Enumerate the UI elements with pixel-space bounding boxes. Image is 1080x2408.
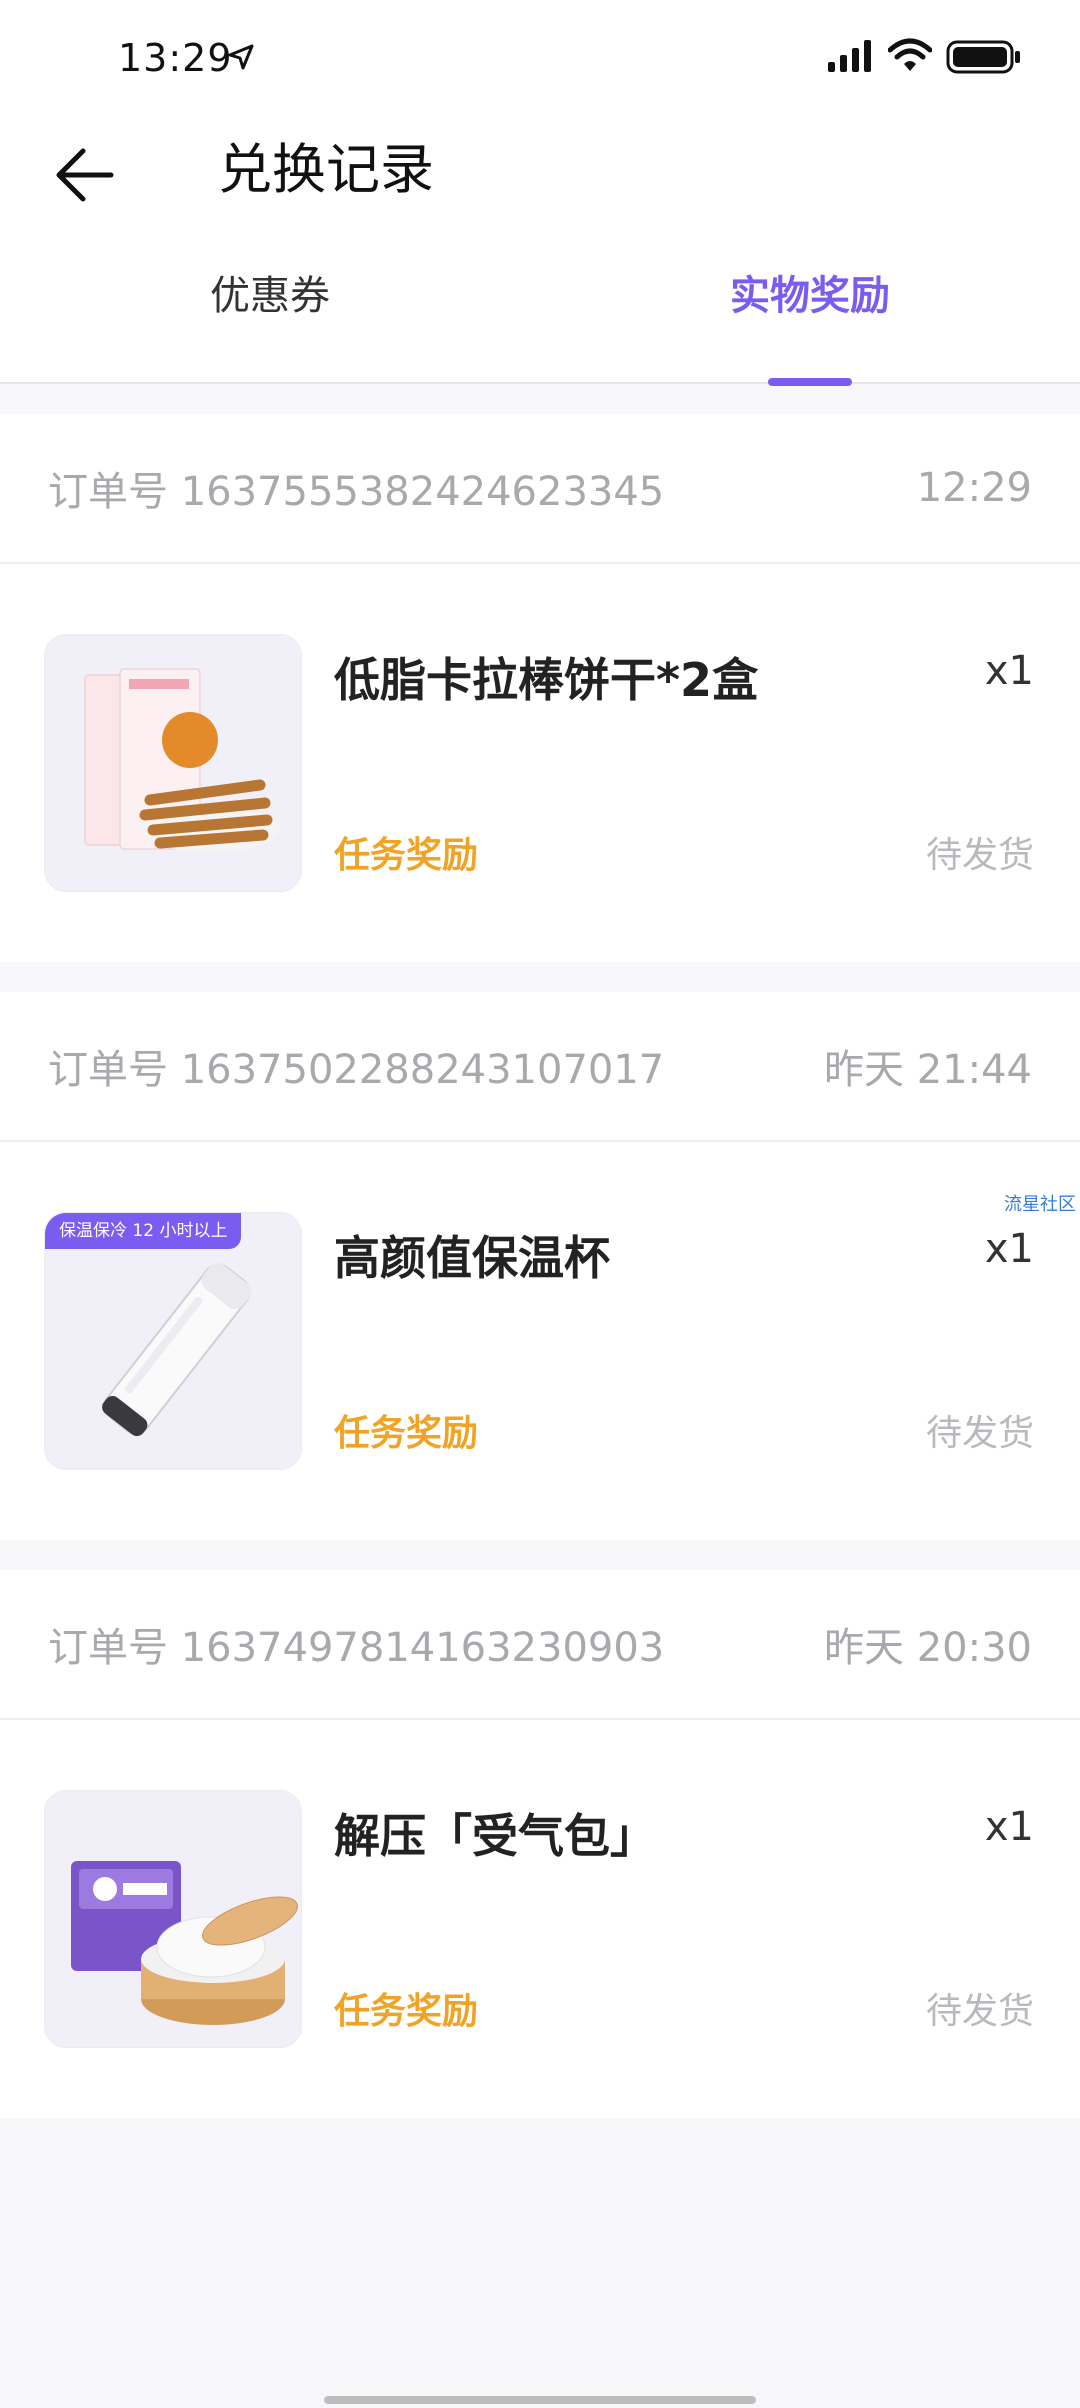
item-quantity: x1 [984,1804,1034,1850]
status-bar: 13:29 [0,0,1080,118]
order-number: 订单号 1637555382424623345 [48,469,665,515]
order-number: 订单号 1637502288243107017 [48,1047,665,1093]
order-time: 12:29 [916,465,1032,511]
reward-tag: 任务奖励 [334,1413,479,1454]
order-time: 昨天 20:30 [824,1625,1032,1671]
order-item[interactable]: 流星社区 保温保冷 12 小时以上 高颜值保温杯 x1 任务奖励 待发货 [0,1142,1080,1540]
product-image-stress-bun [44,1790,302,2048]
product-badge: 保温保冷 12 小时以上 [45,1213,242,1249]
battery-icon [946,40,1022,78]
tab-bar: 优惠券 实物奖励 [0,258,1080,386]
item-name: 高颜值保温杯 [334,1231,610,1285]
order-card[interactable]: 订单号 1637502288243107017 昨天 21:44 流星社区 保温… [0,992,1080,1540]
item-quantity: x1 [984,1226,1034,1272]
back-button[interactable] [40,132,130,222]
product-image-thermos: 保温保冷 12 小时以上 [44,1212,302,1470]
arrow-left-icon [53,143,117,211]
order-number: 订单号 1637497814163230903 [48,1625,665,1671]
location-arrow-icon [226,42,256,76]
page-title: 兑换记录 [218,138,434,201]
item-name: 解压「受气包」 [334,1809,656,1863]
order-status: 待发货 [925,1991,1034,2032]
tab-active-indicator [768,378,852,386]
order-status: 待发货 [925,1413,1034,1454]
product-image-cookies [44,634,302,892]
order-status: 待发货 [925,835,1034,876]
order-item[interactable]: 解压「受气包」 x1 任务奖励 待发货 [0,1720,1080,2118]
item-quantity: x1 [984,648,1034,694]
wifi-icon [887,38,933,76]
order-header: 订单号 1637555382424623345 12:29 [0,414,1080,564]
signal-icon [828,40,874,76]
order-header: 订单号 1637502288243107017 昨天 21:44 [0,992,1080,1142]
header: 兑换记录 [0,118,1080,258]
order-list: 订单号 1637555382424623345 12:29 低脂卡拉棒饼干*2盒… [0,414,1080,2148]
order-time: 昨天 21:44 [824,1047,1032,1093]
tab-physical-reward[interactable]: 实物奖励 [540,258,1080,384]
reward-tag: 任务奖励 [334,835,479,876]
status-time: 13:29 [118,36,233,80]
order-card[interactable]: 订单号 1637497814163230903 昨天 20:30 解压「受气包」 [0,1570,1080,2118]
home-indicator[interactable] [324,2396,756,2404]
reward-tag: 任务奖励 [334,1991,479,2032]
order-header: 订单号 1637497814163230903 昨天 20:30 [0,1570,1080,1720]
tab-coupon[interactable]: 优惠券 [0,258,540,384]
order-card[interactable]: 订单号 1637555382424623345 12:29 低脂卡拉棒饼干*2盒… [0,414,1080,962]
watermark-text: 流星社区 [1004,1194,1076,1215]
item-name: 低脂卡拉棒饼干*2盒 [334,653,759,707]
order-item[interactable]: 低脂卡拉棒饼干*2盒 x1 任务奖励 待发货 [0,564,1080,962]
